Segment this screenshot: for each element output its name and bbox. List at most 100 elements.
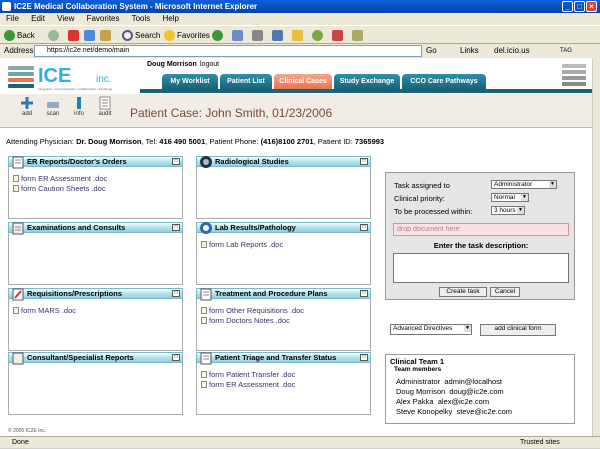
logout-link[interactable]: logout [200,61,219,68]
tab-study-exchange[interactable]: Study Exchange [334,74,400,89]
vertical-scrollbar[interactable] [592,58,600,436]
create-task-button[interactable]: Create task [439,287,487,297]
panel-patient-triage: Patient Triage and Transfer Status □ for… [196,352,371,415]
messenger-button[interactable] [312,29,325,42]
priority-select[interactable]: Normal ▼ [491,193,529,202]
menu-view[interactable]: View [57,14,74,23]
discuss-button[interactable] [352,29,365,42]
page-title: Patient Case: John Smith, 01/23/2006 [130,106,333,120]
tab-clinical-cases[interactable]: Clinical Cases [274,74,332,89]
document-link[interactable]: form ER Assessment .doc [201,379,370,389]
document-link[interactable]: form Patient Transfer .doc [201,369,370,379]
address-label: Address [4,46,34,55]
document-link[interactable]: form MARS .doc [13,305,182,315]
add-button[interactable]: add [16,96,38,117]
research-button[interactable] [332,29,345,42]
refresh-button[interactable] [84,29,97,42]
nav-underline [140,89,592,93]
lab-icon [200,222,212,234]
maximize-icon[interactable]: □ [360,158,368,165]
history-icon [212,30,223,41]
maximize-icon[interactable]: □ [360,224,368,231]
search-icon [122,30,133,41]
task-description-textarea[interactable] [393,253,569,283]
team-subtitle: Team members [394,366,442,373]
tab-patient-list[interactable]: Patient List [220,74,272,89]
menu-bar: File Edit View Favorites Tools Help [0,13,600,25]
minimize-button[interactable]: _ [562,1,573,12]
edit-button[interactable] [272,29,285,42]
back-button[interactable]: Back [4,29,35,42]
clipboard-icon [12,222,24,235]
panel-title: Lab Results/Pathology [215,223,296,232]
chevron-down-icon: ▼ [521,194,528,201]
links-button[interactable]: Links [460,44,479,58]
print-button[interactable] [252,29,265,42]
prescription-icon [12,288,24,301]
maximize-icon[interactable]: □ [172,354,180,361]
menu-edit[interactable]: Edit [31,14,45,23]
document-icon [201,370,207,378]
menu-tools[interactable]: Tools [132,14,151,23]
team-title: Clinical Team 1 [390,357,445,366]
history-button[interactable] [212,29,225,42]
tag-button[interactable]: TAG [560,44,572,58]
maximize-icon[interactable]: □ [172,290,180,297]
within-select[interactable]: 3 hours ▼ [491,206,525,215]
close-button[interactable]: × [586,1,597,12]
maximize-icon[interactable]: □ [360,354,368,361]
notepad-icon [12,156,24,169]
forward-button[interactable] [48,29,61,42]
stop-button[interactable] [68,29,81,42]
favorites-button[interactable]: Favorites [164,29,210,42]
discuss-icon [352,30,363,41]
scan-button[interactable]: scan [42,96,64,117]
document-link[interactable]: form Caution Sheets .doc [13,183,182,193]
window-title-bar: IC2E Medical Collaboration System - Micr… [0,0,600,13]
panel-lab-results: Lab Results/Pathology □ form Lab Reports… [196,222,371,285]
maximize-button[interactable]: □ [574,1,585,12]
maximize-icon[interactable]: □ [172,158,180,165]
menu-favorites[interactable]: Favorites [87,14,120,23]
panel-consultant-reports: Consultant/Specialist Reports □ [8,352,183,415]
menu-help[interactable]: Help [163,14,179,23]
clinical-form-select[interactable]: Advanced Directives ▼ [390,324,472,335]
trusted-sites-zone: Trusted sites [520,439,560,446]
add-clinical-form-button[interactable]: add clinical form [480,324,556,336]
audit-button[interactable]: audit [94,96,116,117]
task-form: Task assigned to Administrator ▼ Clinical… [385,172,575,300]
team-member: Administrator admin@localhost [396,377,503,386]
tab-cco-care-pathways[interactable]: CCO Care Pathways [402,74,486,89]
drop-document-zone[interactable]: drop document here [393,223,569,236]
ie-icon [2,2,11,11]
cancel-button[interactable]: Cancel [490,287,520,297]
assignee-select[interactable]: Administrator ▼ [491,180,557,189]
go-button[interactable]: Go [426,44,437,58]
panel-treatment-plans: Treatment and Procedure Plans □ form Oth… [196,288,371,351]
maximize-icon[interactable]: □ [360,290,368,297]
messenger-icon [312,30,323,41]
tab-my-worklist[interactable]: My Worklist [162,74,218,89]
stop-icon [68,30,79,41]
window-title: IC2E Medical Collaboration System - Micr… [14,2,258,11]
patient-info-line: Attending Physician: Dr. Doug Morrison, … [6,137,385,146]
search-button[interactable]: Search [122,29,160,42]
status-text: Done [12,439,29,446]
chevron-down-icon: ▼ [464,325,471,332]
delicious-link[interactable]: del.icio.us [494,44,530,58]
notepad-icon [200,288,212,301]
panel-title: Radiological Studies [215,157,289,166]
mail-button[interactable] [232,29,245,42]
stacked-logo-icon [562,64,586,86]
home-button[interactable] [100,29,113,42]
info-button[interactable]: info [68,96,90,117]
document-link[interactable]: form Doctors Notes .doc [201,315,370,325]
document-link[interactable]: form ER Assessment .doc [13,173,182,183]
folder-button[interactable] [292,29,305,42]
address-input[interactable]: https://ic2e.net/demo/main [34,45,422,57]
maximize-icon[interactable]: □ [172,224,180,231]
document-link[interactable]: form Lab Reports .doc [201,239,370,249]
document-link[interactable]: form Other Requisitions .doc [201,305,370,315]
document-icon [13,174,19,182]
menu-file[interactable]: File [6,14,19,23]
